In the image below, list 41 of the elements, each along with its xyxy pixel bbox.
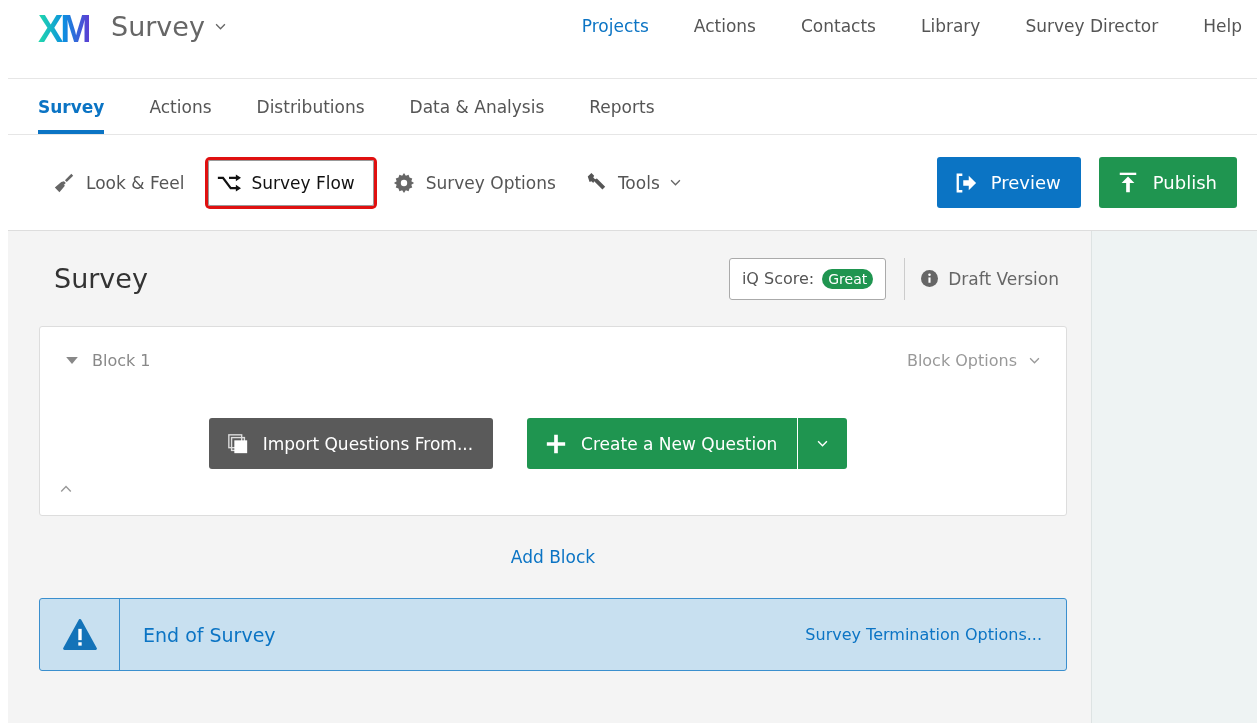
brush-icon	[52, 171, 76, 194]
action-button[interactable]: Preview	[936, 157, 1081, 208]
plus-icon	[545, 432, 568, 455]
product-menu[interactable]: Survey	[111, 8, 226, 44]
add-block-link[interactable]: Add Block	[510, 547, 596, 567]
tab[interactable]: Data & Analysis	[409, 79, 545, 134]
termination-options-link[interactable]: Survey Termination Options...	[805, 625, 1042, 644]
chevron-icon	[214, 22, 226, 30]
chevron-icon	[817, 440, 829, 447]
tab[interactable]: Actions	[149, 79, 212, 134]
iq-score-button[interactable]: iQ Score: Great	[728, 257, 887, 300]
toolbar-button[interactable]: Survey Flow	[208, 159, 374, 206]
create-question-button[interactable]: Create a New Question	[527, 418, 798, 469]
toolbar-button[interactable]: Look & Feel	[52, 159, 201, 206]
tab[interactable]: Reports	[589, 79, 655, 134]
tab[interactable]: Survey	[38, 79, 105, 134]
nav-link[interactable]: Actions	[693, 16, 756, 36]
collapse-icon[interactable]	[60, 485, 72, 493]
nav-link[interactable]: Library	[920, 16, 981, 36]
nav-link[interactable]: Contacts	[800, 16, 876, 36]
toolbar-button[interactable]: Survey Options	[391, 159, 572, 206]
info-icon	[921, 270, 939, 287]
dropdown-button[interactable]	[797, 418, 848, 469]
end-label: End of Survey	[143, 623, 276, 646]
chevron-icon	[1029, 357, 1040, 364]
version-label: Draft Version	[948, 268, 1059, 289]
warning-icon	[62, 619, 97, 650]
nav-link[interactable]: Help	[1203, 16, 1242, 36]
chevron-icon	[669, 179, 681, 186]
nav-link[interactable]: Projects	[581, 16, 649, 36]
nav-link[interactable]: Survey Director	[1025, 16, 1159, 36]
preview-icon	[954, 171, 977, 194]
tab[interactable]: Distributions	[256, 79, 365, 134]
copy-icon	[226, 432, 249, 455]
toolbar-button[interactable]: Tools	[583, 159, 697, 206]
import-button[interactable]: Import Questions From...	[208, 418, 494, 469]
score-badge: Great	[822, 268, 874, 289]
block-toggle[interactable]: Block 1	[66, 351, 151, 370]
triangle-icon	[66, 357, 78, 364]
survey-title: Survey	[54, 263, 148, 294]
action-button[interactable]: Publish	[1098, 157, 1237, 208]
